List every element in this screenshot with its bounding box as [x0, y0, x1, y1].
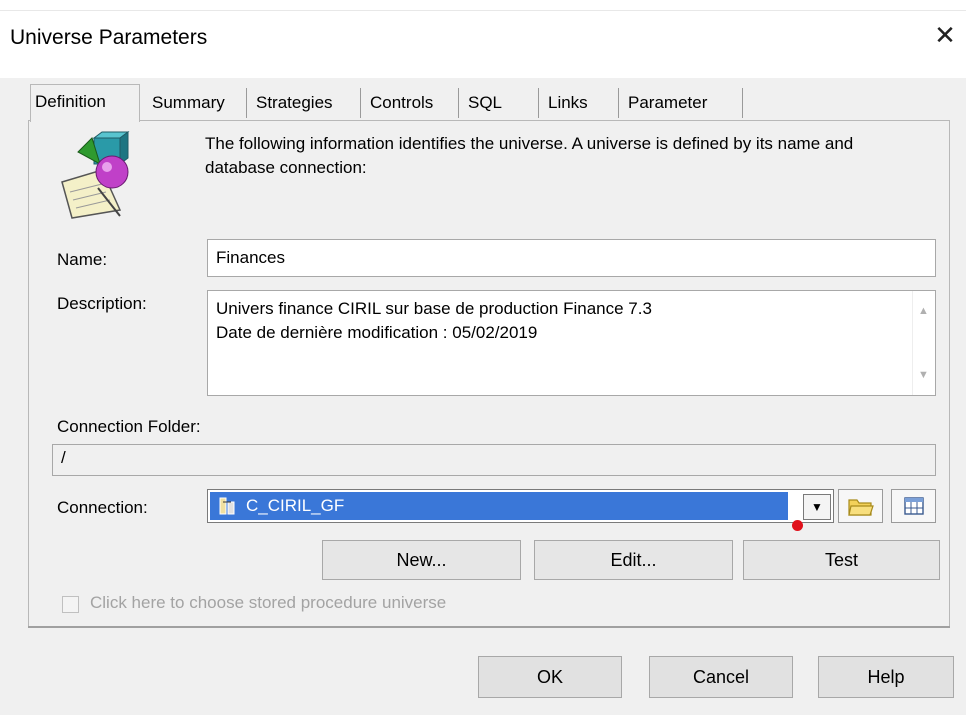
connection-select[interactable]: C_CIRIL_GF ▼	[207, 489, 834, 523]
connection-folder-field: /	[52, 444, 936, 476]
universe-shapes-icon	[42, 130, 142, 220]
stored-procedure-checkbox[interactable]	[62, 596, 79, 613]
title-bar: Universe Parameters ✕	[0, 0, 966, 78]
tab-definition[interactable]: Definition	[30, 84, 140, 122]
test-connection-button[interactable]: Test	[743, 540, 940, 580]
name-label: Name:	[57, 250, 108, 269]
description-scrollbar[interactable]: ▲ ▼	[912, 291, 935, 395]
connection-icon	[218, 496, 238, 516]
connection-value: C_CIRIL_GF	[246, 496, 345, 515]
description-line-1: Univers finance CIRIL sur base de produc…	[216, 299, 652, 318]
dialog-title: Universe Parameters	[10, 26, 208, 49]
folder-icon	[847, 496, 875, 523]
close-icon[interactable]: ✕	[930, 20, 960, 50]
edit-connection-button[interactable]: Edit...	[534, 540, 733, 580]
universe-parameters-dialog: Universe Parameters ✕ Definition Summary…	[0, 0, 966, 715]
top-strip	[0, 0, 966, 11]
description-line-2: Date de dernière modification : 05/02/20…	[216, 323, 538, 342]
connection-label: Connection:	[57, 498, 148, 517]
tab-links[interactable]: Links	[544, 88, 619, 118]
browse-connection-button[interactable]	[838, 489, 883, 523]
connection-folder-label: Connection Folder:	[57, 417, 201, 436]
tab-sql[interactable]: SQL	[464, 88, 539, 118]
chevron-down-icon[interactable]: ▼	[803, 494, 831, 520]
connection-details-button[interactable]	[891, 489, 936, 523]
tab-strategies[interactable]: Strategies	[252, 88, 361, 118]
intro-text: The following information identifies the…	[205, 134, 854, 177]
description-label: Description:	[57, 294, 147, 313]
indicator-dot	[792, 520, 803, 531]
new-connection-button[interactable]: New...	[322, 540, 521, 580]
description-field[interactable]: Univers finance CIRIL sur base de produc…	[207, 290, 936, 396]
help-button[interactable]: Help	[818, 656, 954, 698]
cancel-button[interactable]: Cancel	[649, 656, 793, 698]
tab-controls[interactable]: Controls	[366, 88, 459, 118]
table-icon	[904, 497, 924, 520]
tab-parameter[interactable]: Parameter	[624, 88, 743, 118]
name-field[interactable]: Finances	[207, 239, 936, 277]
stored-procedure-label: Click here to choose stored procedure un…	[90, 593, 447, 612]
scroll-down-icon[interactable]: ▼	[918, 369, 929, 381]
connection-selected: C_CIRIL_GF	[210, 492, 788, 520]
scroll-up-icon[interactable]: ▲	[918, 305, 929, 317]
ok-button[interactable]: OK	[478, 656, 622, 698]
tab-summary[interactable]: Summary	[148, 88, 247, 118]
panel-bottom-edge	[28, 626, 950, 628]
